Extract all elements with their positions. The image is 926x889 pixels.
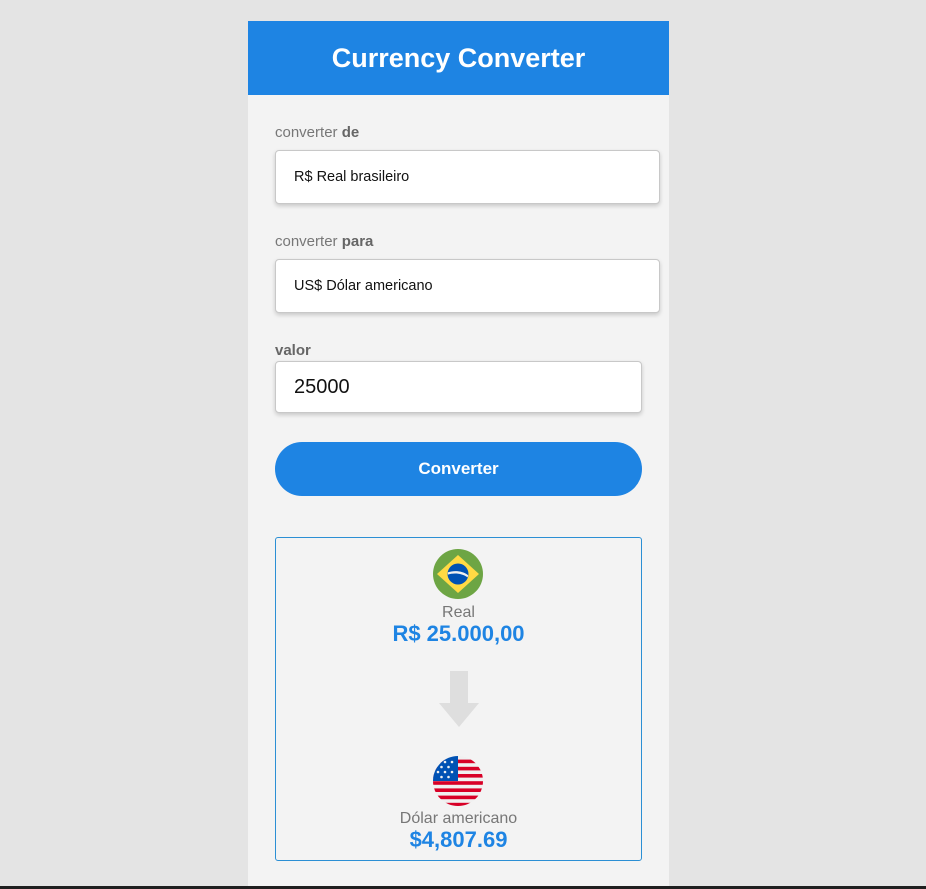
result-panel: Real R$ 25.000,00 Dólar americano $4,807… xyxy=(275,537,642,861)
amount-label-bold: valor xyxy=(275,342,311,359)
converter-card: Currency Converter converter de R$ Real … xyxy=(248,21,669,886)
brazil-flag-icon xyxy=(433,549,483,599)
page-header: Currency Converter xyxy=(248,21,669,95)
page-title: Currency Converter xyxy=(331,42,586,73)
to-label: converter para xyxy=(275,233,373,250)
from-currency-value: R$ Real brasileiro xyxy=(294,169,410,185)
from-label-bold: de xyxy=(341,124,360,141)
usa-flag-icon xyxy=(433,756,483,806)
arrow-down-icon xyxy=(439,671,479,732)
from-label-prefix: converter xyxy=(275,124,342,141)
to-label-bold: para xyxy=(341,233,374,250)
amount-input[interactable] xyxy=(275,361,642,413)
from-currency-select[interactable]: R$ Real brasileiro xyxy=(275,150,660,204)
from-currency-name: Real xyxy=(442,604,475,621)
amount-label: valor xyxy=(275,342,311,359)
convert-button[interactable]: Converter xyxy=(275,442,642,496)
to-currency-select[interactable]: US$ Dólar americano xyxy=(275,259,660,313)
to-label-prefix: converter xyxy=(275,233,342,250)
to-currency-value: US$ Dólar americano xyxy=(294,278,433,294)
from-amount: R$ 25.000,00 xyxy=(392,621,525,646)
to-amount: $4,807.69 xyxy=(409,827,508,852)
from-label: converter de xyxy=(275,124,359,141)
to-currency-name: Dólar americano xyxy=(399,810,518,827)
